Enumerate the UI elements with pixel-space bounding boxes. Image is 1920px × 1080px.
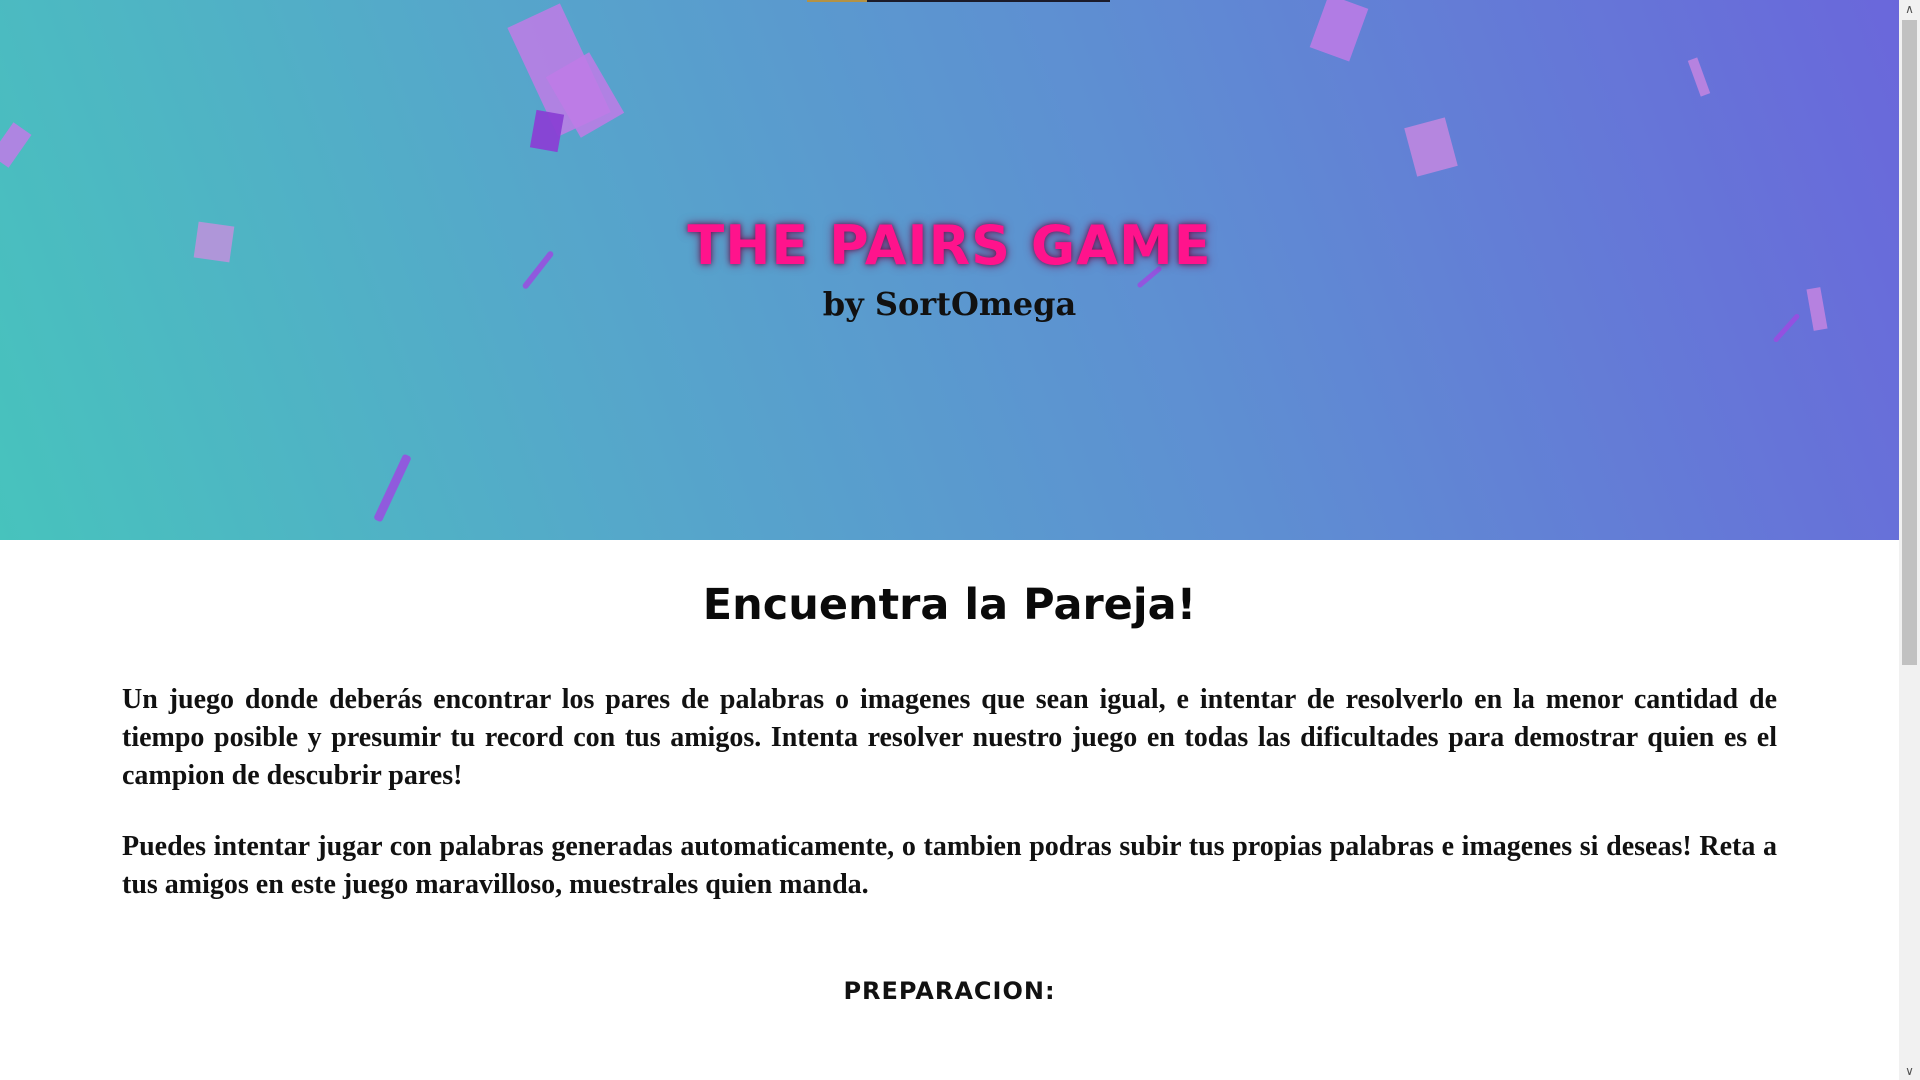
vertical-scrollbar[interactable]: ∧ ∨ (1899, 0, 1920, 1080)
page: THE PAIRS GAME by SortOmega Encuentra la… (0, 0, 1920, 1080)
hero-subtitle: by SortOmega (822, 285, 1077, 323)
intro-paragraph: Un juego donde deberás encontrar los par… (122, 684, 1777, 791)
chevron-down-icon[interactable]: ∨ (1899, 1062, 1920, 1080)
confetti-piece (1687, 57, 1711, 97)
confetti-piece (373, 453, 412, 523)
confetti-piece (1309, 0, 1369, 62)
page-heading: Encuentra la Pareja! (702, 580, 1197, 630)
top-tab-accent (807, 0, 867, 2)
confetti-piece (0, 122, 32, 168)
intro-paragraph: Puedes intentar jugar con palabras gener… (122, 831, 1777, 900)
hero-title: THE PAIRS GAME (687, 214, 1212, 277)
scrollbar-thumb[interactable] (1902, 20, 1917, 665)
section-heading-preparacion: PREPARACION: (843, 977, 1056, 1005)
confetti-piece (1404, 117, 1458, 177)
chevron-up-icon[interactable]: ∧ (1899, 0, 1920, 18)
hero-banner: THE PAIRS GAME by SortOmega (0, 0, 1899, 540)
confetti-piece (529, 109, 565, 153)
